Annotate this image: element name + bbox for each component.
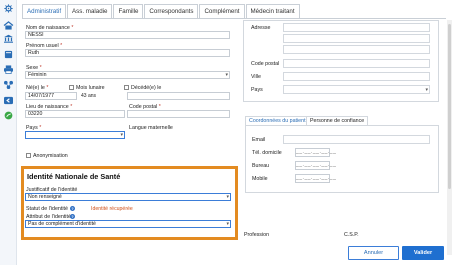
tab-correspondants[interactable]: Correspondants xyxy=(144,4,199,19)
attribut-help-icon[interactable]: ? xyxy=(70,214,75,219)
leaf-icon[interactable] xyxy=(3,111,14,120)
bureau-label: Bureau xyxy=(252,163,270,169)
tel-domicile-label: Tél. domicile xyxy=(252,150,282,156)
tab-ass-maladie[interactable]: Ass. maladie xyxy=(67,4,113,19)
chevron-down-icon: ▾ xyxy=(120,132,123,138)
chevron-down-icon: ▾ xyxy=(226,221,229,227)
tab-administratif[interactable]: Administratif xyxy=(22,4,67,19)
decede-checkbox[interactable] xyxy=(124,85,129,90)
ins-title: Identité Nationale de Santé xyxy=(27,172,121,181)
tel-domicile-field[interactable]: __.__.__.__.__ xyxy=(295,148,336,157)
anonymisation-label: Anonymisation xyxy=(33,153,68,159)
bank-icon[interactable] xyxy=(3,34,14,43)
cancel-button[interactable]: Annuler xyxy=(348,246,399,260)
email-label: Email xyxy=(252,137,266,143)
ville-label: Ville xyxy=(251,74,261,80)
bureau-field[interactable]: __.__.__.__.__ xyxy=(295,161,336,170)
code-postal-adresse-field[interactable] xyxy=(283,59,430,68)
adresse-line-2[interactable] xyxy=(283,34,430,43)
pays-select[interactable]: ▾ xyxy=(25,131,125,139)
adresse-line-1[interactable] xyxy=(283,23,430,32)
code-postal-adresse-label: Code postal xyxy=(251,61,280,67)
network-icon[interactable] xyxy=(3,80,14,89)
tab-medecin-traitant[interactable]: Médecin traitant xyxy=(245,4,300,19)
tab-complement[interactable]: Complément xyxy=(199,4,245,19)
tab-famille[interactable]: Famille xyxy=(113,4,144,19)
print-icon[interactable] xyxy=(3,65,14,74)
lieu-naissance-field[interactable]: 03220 xyxy=(25,110,125,118)
date-deces-field[interactable] xyxy=(127,92,230,100)
dob-field[interactable]: 14/07/1977 xyxy=(25,92,77,100)
csp-label: C.S.P. xyxy=(344,232,359,238)
sexe-select[interactable]: Féminin ▾ xyxy=(25,71,230,79)
validate-button[interactable]: Valider xyxy=(402,246,444,260)
ins-section: Identité Nationale de Santé Justificatif… xyxy=(21,166,238,240)
anonymisation-checkbox[interactable] xyxy=(26,153,31,158)
adresse-label: Adresse xyxy=(251,25,271,31)
chevron-down-icon: ▾ xyxy=(226,194,229,200)
justificatif-select[interactable]: Non renseigné ▾ xyxy=(25,193,231,201)
statut-value: Identité récupérée xyxy=(91,206,133,212)
mois-lunaire-checkbox[interactable] xyxy=(69,85,74,90)
chevron-down-icon: ▾ xyxy=(225,72,228,78)
decede-label: Décédé(e) le xyxy=(131,85,162,91)
book-icon[interactable] xyxy=(3,50,14,59)
attribut-select[interactable]: Pas de complément d'identité ▾ xyxy=(25,220,231,228)
adresse-line-3[interactable] xyxy=(283,45,430,54)
code-postal-field[interactable] xyxy=(127,110,230,118)
tab-divider xyxy=(22,18,446,19)
chevron-left-icon[interactable] xyxy=(3,96,14,105)
ne-le-label: Né(e) le * xyxy=(26,85,49,91)
statut-help-icon[interactable]: ? xyxy=(70,206,75,211)
pays-adresse-select[interactable]: ▾ xyxy=(283,85,430,94)
chevron-down-icon: ▾ xyxy=(425,87,428,93)
langue-maternelle-field[interactable] xyxy=(127,131,230,139)
nom-naissance-field[interactable]: NESSI xyxy=(25,31,230,39)
statut-label: Statut de l'identité xyxy=(26,206,68,212)
side-icon-rail xyxy=(0,0,17,265)
house-icon[interactable] xyxy=(3,21,14,30)
pays-adresse-label: Pays xyxy=(251,87,263,93)
mois-lunaire-label: Mois lunaire xyxy=(76,85,105,91)
tab-bar: Administratif Ass. maladie Famille Corre… xyxy=(22,4,301,19)
mobile-field[interactable]: __.__.__.__.__ xyxy=(295,174,336,183)
ville-field[interactable] xyxy=(283,72,430,81)
gear-icon[interactable] xyxy=(3,4,14,13)
age-text: 43 ans xyxy=(81,93,97,99)
vertical-scrollbar[interactable] xyxy=(447,20,452,255)
scrollbar-thumb[interactable] xyxy=(448,24,451,189)
profession-label: Profession xyxy=(244,232,270,238)
prenom-field[interactable]: Ruth xyxy=(25,49,230,57)
email-field[interactable] xyxy=(283,135,430,144)
mobile-label: Mobile xyxy=(252,176,268,182)
